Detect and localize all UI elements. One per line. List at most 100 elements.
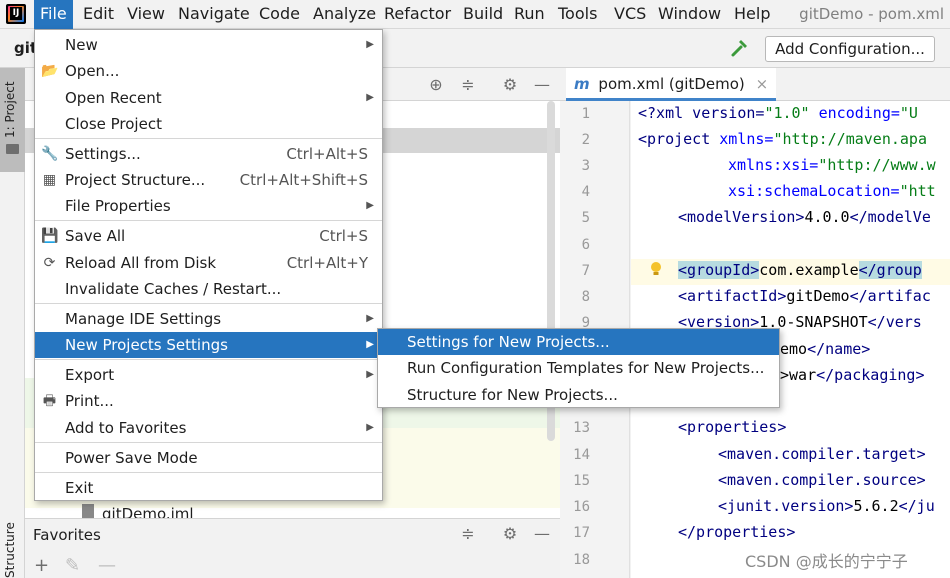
file-menu-reload-all[interactable]: ⟳ Reload All from Disk Ctrl+Alt+Y: [35, 250, 382, 276]
favorites-hide-icon[interactable]: —: [533, 525, 551, 543]
file-menu-invalidate-caches[interactable]: Invalidate Caches / Restart...: [35, 276, 382, 302]
file-icon: [82, 504, 94, 518]
file-menu-export[interactable]: Export ▶: [35, 362, 382, 388]
locate-icon[interactable]: ⊕: [427, 76, 445, 94]
code-line: <?xml version="1.0" encoding="U: [638, 104, 918, 122]
window-title: gitDemo - pom.xml: [799, 5, 944, 23]
menu-code[interactable]: Code: [253, 0, 306, 29]
line-number: 15: [573, 473, 590, 489]
add-configuration-button[interactable]: Add Configuration...: [765, 36, 935, 62]
code-line: <artifactId>gitDemo</artifac: [678, 287, 931, 305]
menu-separator: [35, 220, 382, 221]
submenu-arrow-icon: ▶: [366, 39, 374, 50]
menu-separator: [35, 303, 382, 304]
favorites-gear-icon[interactable]: ⚙: [501, 525, 519, 543]
menu-file[interactable]: File: [34, 0, 73, 29]
menu-build[interactable]: Build: [457, 0, 509, 29]
favorites-collapse-icon[interactable]: ≑: [459, 525, 477, 543]
open-folder-icon: 📂: [41, 63, 59, 79]
code-line: <maven.compiler.source>: [718, 471, 926, 489]
submenu-arrow-icon: ▶: [366, 422, 374, 433]
reload-icon: ⟳: [43, 255, 56, 271]
file-menu-exit[interactable]: Exit: [35, 475, 382, 501]
file-menu-project-structure[interactable]: ▦ Project Structure... Ctrl+Alt+Shift+S: [35, 167, 382, 193]
menu-view[interactable]: View: [121, 0, 171, 29]
intellij-logo-icon: IJ: [6, 4, 26, 24]
close-tab-icon[interactable]: ×: [756, 75, 769, 93]
editor-tab-label: pom.xml (gitDemo): [598, 75, 745, 93]
edit-pencil-icon[interactable]: ✎: [65, 557, 80, 575]
new-projects-settings-submenu: Settings for New Projects... Run Configu…: [377, 328, 780, 408]
file-menu-save-all[interactable]: 💾 Save All Ctrl+S: [35, 223, 382, 249]
add-icon[interactable]: +: [34, 557, 49, 575]
favorites-title: Favorites: [33, 526, 101, 544]
code-line: xsi:schemaLocation="htt: [728, 182, 936, 200]
submenu-arrow-icon: ▶: [366, 92, 374, 103]
menu-refactor[interactable]: Refactor: [378, 0, 457, 29]
code-line: <junit.version>5.6.2</ju: [718, 497, 935, 515]
favorites-panel: Favorites ≑ ⚙ — + ✎ —: [25, 518, 560, 578]
menu-help[interactable]: Help: [728, 0, 776, 29]
code-line: <maven.compiler.target>: [718, 445, 926, 463]
menu-separator: [35, 442, 382, 443]
code-line: >war</packaging>: [780, 366, 925, 384]
menu-analyze[interactable]: Analyze: [307, 0, 382, 29]
file-menu-close-project[interactable]: Close Project: [35, 111, 382, 137]
project-tool-tab-label[interactable]: 1: Project: [3, 81, 17, 138]
menu-separator: [35, 472, 382, 473]
menu-separator: [35, 138, 382, 139]
menu-separator: [35, 359, 382, 360]
folder-icon: [6, 144, 19, 154]
printer-icon: 🖶: [42, 393, 57, 409]
file-menu-add-to-favorites[interactable]: Add to Favorites ▶: [35, 415, 382, 441]
structure-tool-tab-label[interactable]: Structure: [3, 522, 17, 578]
line-number: 7: [581, 263, 590, 279]
line-number: 3: [581, 158, 590, 174]
file-menu-settings[interactable]: 🔧 Settings... Ctrl+Alt+S: [35, 141, 382, 167]
structure-for-new-projects[interactable]: Structure for New Projects...: [378, 382, 779, 408]
code-line: </properties>: [678, 523, 796, 541]
file-menu-power-save-mode[interactable]: Power Save Mode: [35, 445, 382, 471]
remove-icon[interactable]: —: [98, 557, 116, 575]
file-menu-manage-ide-settings[interactable]: Manage IDE Settings ▶: [35, 306, 382, 332]
gear-icon[interactable]: ⚙: [501, 76, 519, 94]
menu-window[interactable]: Window: [652, 0, 727, 29]
line-number: 6: [581, 237, 590, 253]
maven-file-icon: m: [574, 75, 590, 93]
file-menu-open[interactable]: 📂 Open...: [35, 58, 382, 84]
settings-for-new-projects[interactable]: Settings for New Projects...: [378, 329, 779, 355]
file-menu-new[interactable]: New ▶: [35, 32, 382, 58]
submenu-arrow-icon: ▶: [366, 200, 374, 211]
line-number: 13: [573, 420, 590, 436]
file-menu-print[interactable]: 🖶 Print...: [35, 388, 382, 414]
code-line: <modelVersion>4.0.0</modelVe: [678, 208, 931, 226]
menu-vcs[interactable]: VCS: [608, 0, 652, 29]
line-number: 18: [573, 552, 590, 568]
menu-tools[interactable]: Tools: [552, 0, 603, 29]
editor-tab-pom-xml[interactable]: m pom.xml (gitDemo) ×: [566, 68, 777, 101]
submenu-arrow-icon: ▶: [366, 339, 374, 350]
wrench-icon: 🔧: [41, 146, 59, 162]
file-menu-new-projects-settings[interactable]: New Projects Settings ▶: [35, 332, 382, 358]
line-number: 8: [581, 289, 590, 305]
file-menu-open-recent[interactable]: Open Recent ▶: [35, 85, 382, 111]
collapse-all-icon[interactable]: ≑: [459, 76, 477, 94]
save-disk-icon: 💾: [41, 228, 59, 244]
code-line: <properties>: [678, 418, 787, 436]
line-number: 4: [581, 184, 590, 200]
lightbulb-icon[interactable]: [649, 261, 663, 277]
project-structure-icon: ▦: [42, 172, 57, 188]
code-line: <project xmlns="http://maven.apa: [638, 130, 927, 148]
build-hammer-icon[interactable]: [730, 38, 750, 58]
menu-edit[interactable]: Edit: [77, 0, 120, 29]
line-number: 14: [573, 447, 590, 463]
line-number: 2: [581, 132, 590, 148]
run-configuration-templates[interactable]: Run Configuration Templates for New Proj…: [378, 355, 779, 381]
menu-navigate[interactable]: Navigate: [172, 0, 256, 29]
line-number: 1: [581, 106, 590, 122]
menu-run[interactable]: Run: [508, 0, 551, 29]
editor-tab-bar: m pom.xml (gitDemo) ×: [560, 68, 950, 101]
file-menu-file-properties[interactable]: File Properties ▶: [35, 193, 382, 219]
hide-panel-icon[interactable]: —: [533, 76, 551, 94]
line-number: 16: [573, 499, 590, 515]
